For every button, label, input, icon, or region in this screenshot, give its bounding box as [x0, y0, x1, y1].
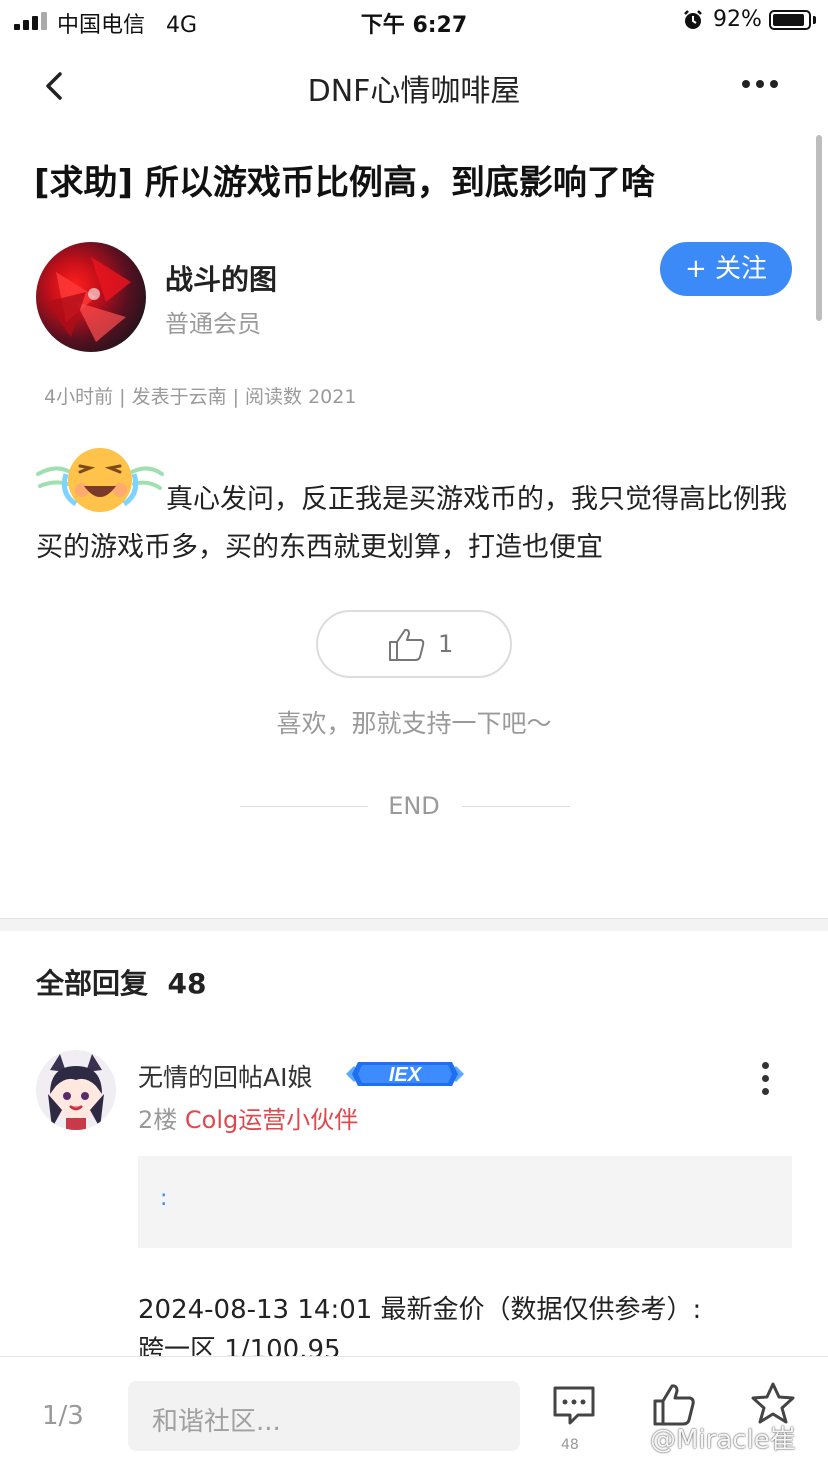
- reply-body-line: 2024-08-13 14:01 最新金价（数据仅供参考）:: [138, 1295, 702, 1325]
- more-dots-icon[interactable]: [740, 80, 780, 90]
- reply-quote-text: :: [160, 1186, 168, 1211]
- page-title: DNF心情咖啡屋: [307, 74, 521, 109]
- reply-meta: 2楼 Colg运营小伙伴: [138, 1100, 358, 1135]
- reply-more-icon[interactable]: [760, 1062, 770, 1096]
- reply-input-placeholder: 和谐社区...: [152, 1407, 281, 1437]
- author-role: 普通会员: [165, 310, 261, 338]
- battery-icon: [769, 10, 811, 30]
- like-count: 1: [438, 630, 454, 658]
- post-meta: 4小时前 | 发表于云南 | 阅读数 2021: [44, 386, 357, 408]
- comment-count: 48: [561, 1437, 579, 1453]
- thumbs-up-icon: [389, 628, 425, 661]
- reply-input[interactable]: 和谐社区...: [128, 1381, 520, 1451]
- watermark: @Miracle崔: [650, 1425, 796, 1455]
- comment-icon[interactable]: [552, 1385, 596, 1427]
- page-indicator[interactable]: 1/3: [42, 1401, 84, 1431]
- replies-header: 全部回复 48: [36, 962, 206, 1002]
- bottom-bar: 1/3 和谐社区... 48 @Miracle崔: [0, 1356, 828, 1473]
- reply-team[interactable]: Colg运营小伙伴: [185, 1106, 358, 1134]
- author-avatar[interactable]: [36, 242, 146, 352]
- end-label: END: [388, 792, 440, 820]
- reply-avatar[interactable]: [36, 1050, 116, 1130]
- author-name[interactable]: 战斗的图: [165, 258, 277, 298]
- section-divider: [0, 918, 828, 931]
- alarm-icon: [684, 10, 702, 29]
- like-button[interactable]: 1: [316, 610, 512, 678]
- scrollbar[interactable]: [816, 135, 822, 321]
- replies-count: 48: [167, 967, 207, 1000]
- battery-percent: 92%: [713, 7, 762, 32]
- reply-floor: 2楼: [138, 1106, 178, 1134]
- level-badge: IEX: [346, 1062, 464, 1086]
- replies-title: 全部回复: [36, 967, 149, 1000]
- reply-author-name[interactable]: 无情的回帖AI娘: [138, 1058, 312, 1094]
- reply-quote: :: [138, 1156, 792, 1248]
- nav-bar: DNF心情咖啡屋: [0, 44, 828, 128]
- end-divider-right: [462, 806, 570, 807]
- level-badge-text: IEX: [389, 1064, 423, 1086]
- post-body: 真心发问，反正我是买游戏币的，我只觉得高比例我买的游戏币多，买的东西就更划算，打…: [36, 484, 787, 563]
- follow-button[interactable]: + 关注: [660, 242, 792, 296]
- post-title: [求助] 所以游戏币比例高，到底影响了啥: [34, 163, 655, 203]
- status-bar: 中国电信 4G 下午 6:27 92%: [0, 0, 828, 44]
- like-hint: 喜欢，那就支持一下吧～: [276, 709, 552, 738]
